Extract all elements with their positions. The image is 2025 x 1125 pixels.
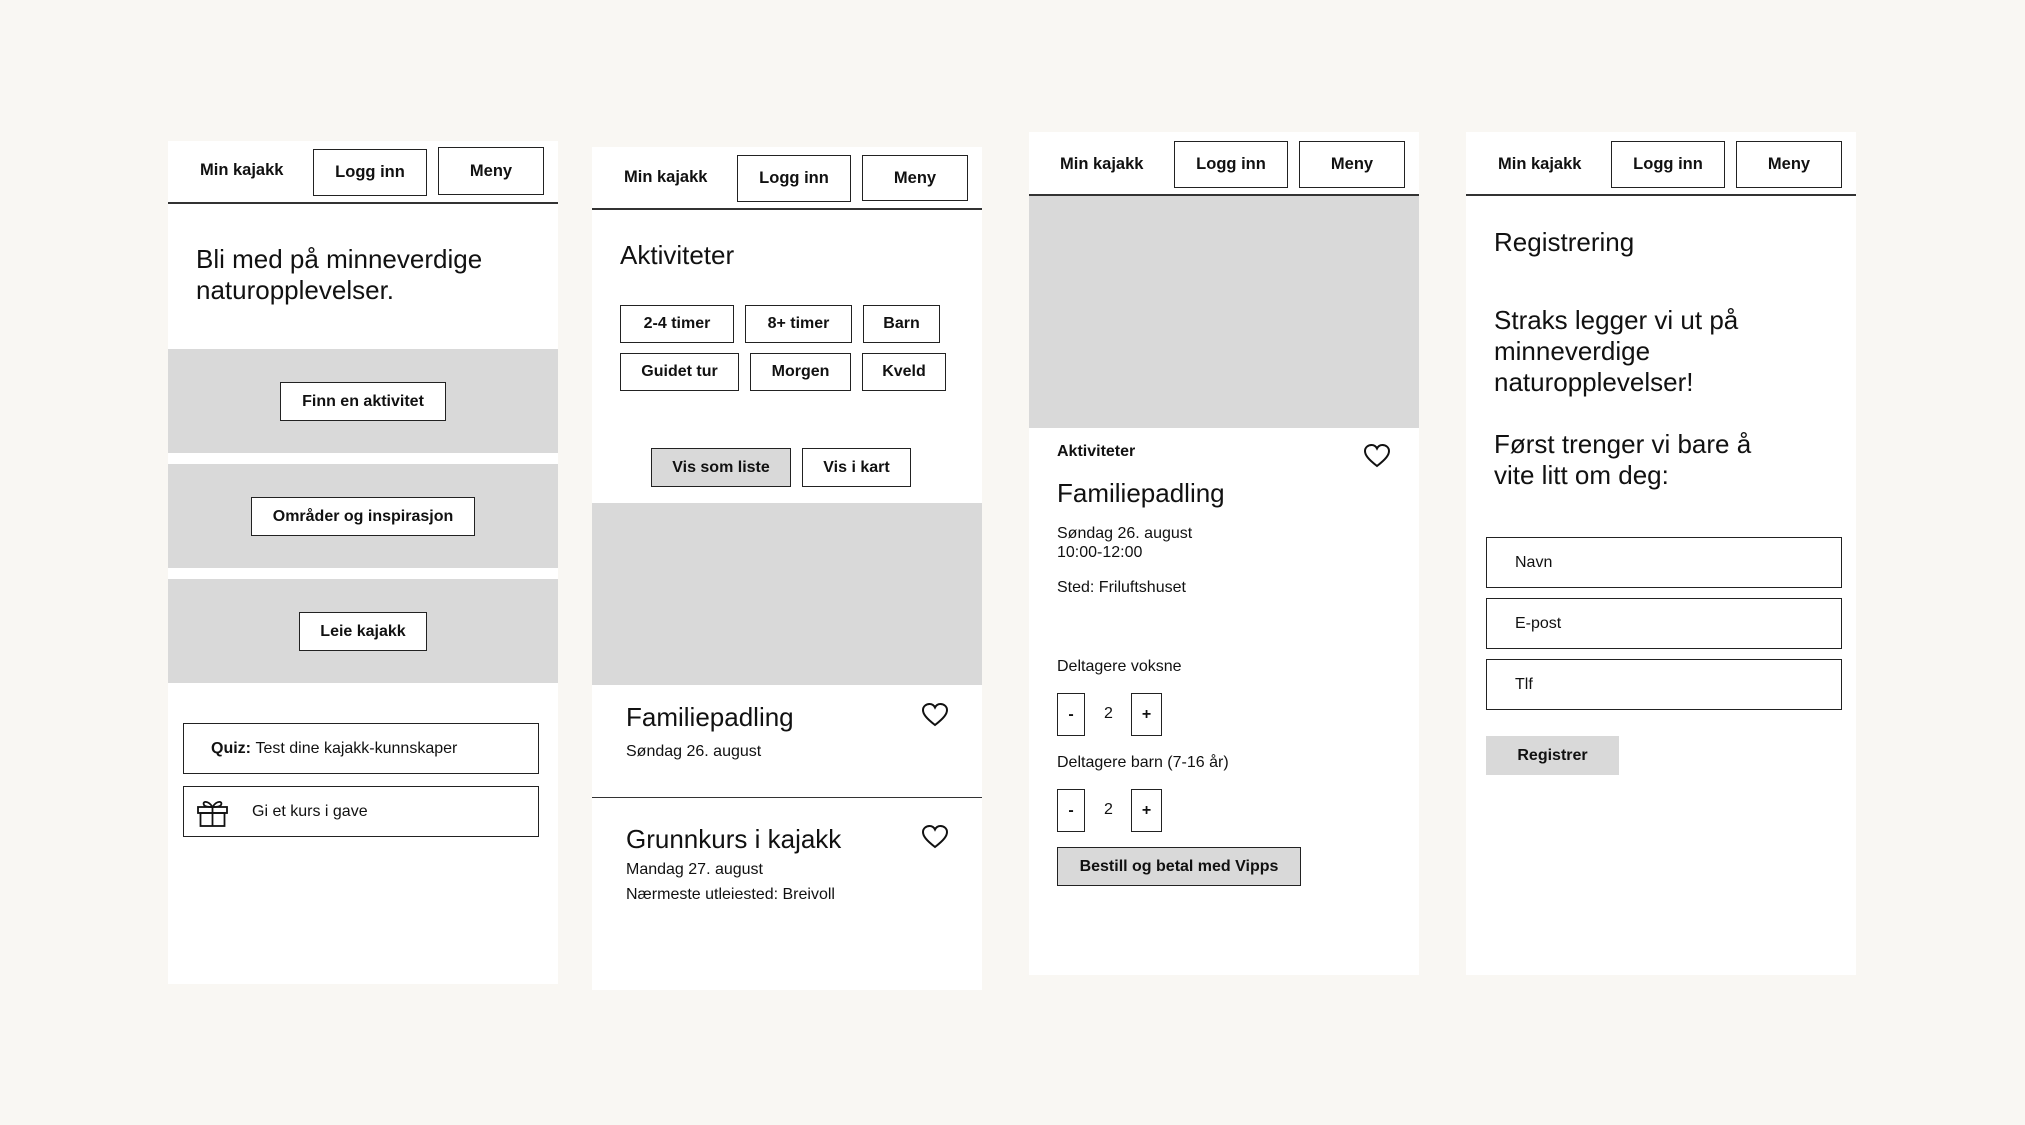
- card-date: Mandag 27. august: [626, 861, 763, 878]
- gift-course-link[interactable]: Gi et kurs i gave: [183, 786, 539, 837]
- card-divider: [592, 797, 982, 798]
- brand-link[interactable]: Min kajakk: [1498, 156, 1581, 173]
- filter-2-4-hours[interactable]: 2-4 timer: [620, 305, 734, 343]
- page-title: Registrering: [1494, 227, 1635, 257]
- areas-inspiration-button[interactable]: Områder og inspirasjon: [251, 497, 475, 536]
- brand-link[interactable]: Min kajakk: [624, 169, 707, 186]
- brand-link[interactable]: Min kajakk: [200, 162, 283, 179]
- header-divider: [168, 202, 558, 204]
- gift-text: Gi et kurs i gave: [252, 802, 368, 820]
- menu-button[interactable]: Meny: [862, 155, 968, 201]
- view-as-list-button[interactable]: Vis som liste: [651, 448, 791, 487]
- menu-button[interactable]: Meny: [438, 147, 544, 195]
- screen-activities: Min kajakk Logg inn Meny Aktiviteter 2-4…: [592, 147, 982, 990]
- menu-button[interactable]: Meny: [1736, 141, 1842, 188]
- register-button[interactable]: Registrer: [1486, 736, 1619, 775]
- card-date: Søndag 26. august: [626, 743, 762, 760]
- phone-field[interactable]: Tlf: [1486, 659, 1842, 710]
- login-button[interactable]: Logg inn: [313, 149, 427, 196]
- quiz-label: Quiz:: [211, 739, 251, 757]
- page-title: Aktiviteter: [620, 240, 735, 270]
- intro-question: Først trenger vi bare å vite litt om deg…: [1494, 429, 1752, 490]
- login-button[interactable]: Logg inn: [1611, 141, 1725, 188]
- view-on-map-button[interactable]: Vis i kart: [802, 448, 911, 487]
- rent-kayak-button[interactable]: Leie kajakk: [299, 612, 427, 651]
- card-title[interactable]: Familiepadling: [626, 702, 794, 733]
- children-decrement-button[interactable]: -: [1057, 789, 1085, 832]
- activity-image-placeholder: [592, 503, 982, 685]
- adults-increment-button[interactable]: +: [1131, 693, 1162, 736]
- quiz-text: Test dine kajakk-kunnskaper: [255, 739, 458, 757]
- filter-children[interactable]: Barn: [863, 305, 940, 343]
- adults-decrement-button[interactable]: -: [1057, 693, 1085, 736]
- breadcrumb-activities[interactable]: Aktiviteter: [1057, 443, 1135, 461]
- page-headline: Bli med på minneverdige naturopplevelser…: [196, 244, 483, 305]
- filter-guided-tour[interactable]: Guidet tur: [620, 353, 739, 391]
- activity-image-placeholder: [1029, 196, 1419, 428]
- filter-evening[interactable]: Kveld: [862, 353, 946, 391]
- activity-date: Søndag 26. august: [1057, 525, 1193, 542]
- name-field[interactable]: Navn: [1486, 537, 1842, 588]
- card-title[interactable]: Grunnkurs i kajakk: [626, 824, 841, 855]
- menu-button[interactable]: Meny: [1299, 141, 1405, 188]
- children-label: Deltagere barn (7-16 år): [1057, 754, 1229, 771]
- children-count: 2: [1104, 801, 1113, 818]
- header-divider: [592, 208, 982, 210]
- login-button[interactable]: Logg inn: [737, 155, 851, 202]
- favorite-heart-icon[interactable]: [921, 702, 949, 728]
- intro-text: Straks legger vi ut på minneverdige natu…: [1494, 305, 1739, 397]
- filter-morning[interactable]: Morgen: [750, 353, 851, 391]
- login-button[interactable]: Logg inn: [1174, 141, 1288, 188]
- find-activity-button[interactable]: Finn en aktivitet: [280, 382, 446, 421]
- screen-activity-detail: Min kajakk Logg inn Meny Aktiviteter Fam…: [1029, 132, 1419, 975]
- quiz-link[interactable]: Quiz: Test dine kajakk-kunnskaper: [183, 723, 539, 774]
- adults-count: 2: [1104, 705, 1113, 722]
- favorite-heart-icon[interactable]: [921, 824, 949, 850]
- activity-title: Familiepadling: [1057, 478, 1225, 508]
- activity-place: Sted: Friluftshuset: [1057, 579, 1186, 596]
- email-field[interactable]: E-post: [1486, 598, 1842, 649]
- children-increment-button[interactable]: +: [1131, 789, 1162, 832]
- header-divider: [1466, 194, 1856, 196]
- adults-label: Deltagere voksne: [1057, 658, 1182, 675]
- screen-registration: Min kajakk Logg inn Meny Registrering St…: [1466, 132, 1856, 975]
- card-nearest-rental: Nærmeste utleiested: Breivoll: [626, 886, 835, 903]
- brand-link[interactable]: Min kajakk: [1060, 156, 1143, 173]
- filter-8-plus-hours[interactable]: 8+ timer: [745, 305, 852, 343]
- screen-home: Min kajakk Logg inn Meny Bli med på minn…: [168, 141, 558, 984]
- order-vipps-button[interactable]: Bestill og betal med Vipps: [1057, 847, 1301, 886]
- favorite-heart-icon[interactable]: [1363, 443, 1391, 469]
- activity-time: 10:00-12:00: [1057, 544, 1143, 561]
- gift-icon: [196, 797, 229, 833]
